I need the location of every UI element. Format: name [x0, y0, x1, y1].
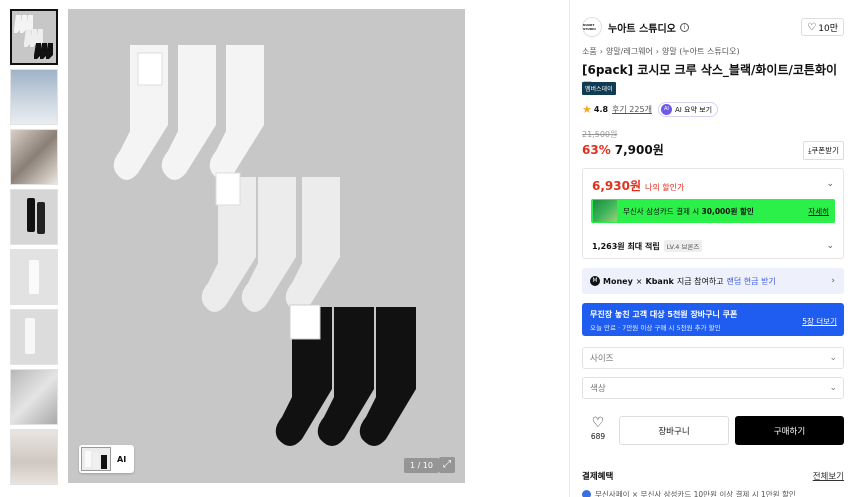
wishlist-count: 689 [590, 432, 606, 441]
thumbnail-8[interactable] [10, 429, 58, 485]
coupon-banner-title: 무진장 놓친 고객 대상 5천원 장바구니 쿠폰 [590, 310, 738, 319]
money-icon: M [590, 276, 600, 286]
coupon-button-label: 쿠폰받기 [811, 146, 839, 155]
chevron-right-icon: › [831, 276, 835, 286]
payment-benefits-title: 결제혜택 [582, 472, 614, 482]
chevron-down-icon: ⌄ [829, 383, 837, 393]
mini-thumbnail [81, 447, 111, 471]
my-price-label: 나의 할인가 [645, 183, 685, 192]
my-price-amount: 6,930원 [592, 179, 641, 193]
breadcrumb-item[interactable]: 소품 [582, 47, 597, 56]
card-discount-banner[interactable]: 무신사 삼성카드 결제 시 30,000원 할인 자세히 [591, 199, 835, 223]
ai-label: AI [117, 454, 127, 464]
thumbnail-3[interactable] [10, 129, 58, 185]
info-icon[interactable]: i [679, 22, 689, 32]
cart-coupon-banner[interactable]: 무진장 놓친 고객 대상 5천원 장바구니 쿠폰 오늘 만료 · 7만원 이상 … [582, 303, 844, 336]
thumbnail-7[interactable] [10, 369, 58, 425]
money-label: Money [603, 276, 633, 286]
purchase-actions: ♡ 689 장바구니 구매하기 [582, 416, 844, 446]
image-counter: 1 / 10 [403, 458, 439, 473]
money-banner-link: 랜덤 현금 받기 [726, 276, 776, 286]
brand-row: NUART STUDIO 누아트 스튜디오 i ♡ 10만 [582, 16, 844, 38]
ai-summary-button[interactable]: AI AI 요약 보기 [657, 102, 719, 117]
expand-icon[interactable]: ⤢ [439, 457, 455, 473]
color-select[interactable]: 색상 ⌄ [582, 377, 844, 399]
heart-icon: ♡ [807, 21, 817, 33]
rating-row: ★ 4.8 후기 225개 AI AI 요약 보기 [582, 102, 719, 117]
my-price-box: 6,930원 나의 할인가 ⌄ 무신사 삼성카드 결제 시 30,000원 할인… [582, 168, 844, 259]
payment-benefit-line: 무신사페이 × 무신사 삼성카드 10만원 이상 결제 시 1만원 할인 [582, 489, 844, 497]
thumbnail-list [10, 9, 58, 489]
thumbnail-1-image [12, 11, 56, 63]
product-title: [6pack] 코시모 크루 삭스_블랙/화이트/코튼화이트 [582, 63, 838, 94]
card-image [593, 200, 617, 222]
heart-icon: ♡ [591, 415, 605, 431]
ai-view-toggle[interactable]: AI [79, 445, 134, 473]
thumbnail-4[interactable] [10, 189, 58, 245]
original-price: 21,500원 [582, 130, 618, 139]
payment-benefit-text: 무신사페이 × 무신사 삼성카드 10만원 이상 결제 시 1만원 할인 [595, 490, 796, 497]
kbank-label: Kbank [645, 276, 674, 286]
my-price[interactable]: 6,930원 나의 할인가 [592, 177, 684, 194]
card-discount-text: 무신사 삼성카드 결제 시 30,000원 할인 [623, 206, 754, 216]
times-sign: × [635, 276, 643, 286]
socks-photo [113, 45, 416, 446]
wishlist-button[interactable]: ♡ 689 [586, 416, 610, 441]
payment-benefits-header: 결제혜택 전체보기 [582, 470, 844, 482]
coupon-banner-subtitle: 오늘 만료 · 7만원 이상 구매 시 5천원 추가 할인 [590, 324, 721, 332]
payment-view-all-link[interactable]: 전체보기 [813, 470, 844, 482]
breadcrumb: 소품 › 양말/레그웨어 › 양말 (누아트 스튜디오) [582, 46, 740, 57]
brand-like-count: 10만 [818, 23, 838, 34]
review-link[interactable]: 후기 225개 [612, 104, 652, 115]
chevron-down-icon: ⌄ [829, 353, 837, 363]
thumbnail-6[interactable] [10, 309, 58, 365]
musinsa-pay-icon [582, 490, 591, 497]
thumbnail-5[interactable] [10, 249, 58, 305]
event-tag: 멤버스데이 [582, 82, 616, 95]
breadcrumb-item[interactable]: 양말 (누아트 스튜디오) [662, 47, 740, 56]
rating-score: 4.8 [593, 105, 609, 114]
points-text: 1,263원 최대 적립 [592, 241, 660, 251]
size-select[interactable]: 사이즈 ⌄ [582, 347, 844, 369]
chevron-right-icon: › [599, 47, 603, 56]
main-product-image[interactable]: AI 1 / 10 ⤢ [68, 9, 465, 483]
coupon-more-link[interactable]: 5장 더보기 [802, 316, 837, 327]
chevron-right-icon: › [655, 47, 659, 56]
money-banner-text: 지금 참여하고 [676, 276, 724, 286]
points-row: 1,263원 최대 적립 LV.4 브론즈 [592, 240, 703, 252]
sale-price: 7,900원 [614, 143, 664, 157]
breadcrumb-item[interactable]: 양말/레그웨어 [606, 47, 653, 56]
brand-logo[interactable]: NUART STUDIO [582, 17, 602, 37]
ai-icon: AI [660, 104, 672, 115]
color-select-placeholder: 색상 [590, 384, 606, 394]
money-kbank-banner[interactable]: M Money × Kbank 지금 참여하고 랜덤 현금 받기 › [582, 268, 844, 294]
thumbnail-1[interactable] [10, 9, 58, 65]
chevron-down-icon[interactable]: ⌄ [826, 179, 834, 189]
panel-divider [569, 0, 570, 497]
brand-like-button[interactable]: ♡ 10만 [801, 18, 844, 36]
chevron-down-icon[interactable]: ⌄ [826, 241, 834, 251]
coupon-button[interactable]: ⤓쿠폰받기 [803, 141, 844, 160]
card-detail-link[interactable]: 자세히 [808, 206, 829, 217]
level-badge: LV.4 브론즈 [663, 240, 703, 252]
ai-summary-label: AI 요약 보기 [674, 105, 713, 114]
buy-now-button[interactable]: 구매하기 [735, 416, 844, 445]
discount-rate: 63% [582, 142, 611, 157]
thumbnail-2[interactable] [10, 69, 58, 125]
add-to-cart-button[interactable]: 장바구니 [619, 416, 729, 445]
price-row: 63% 7,900원 ⤓쿠폰받기 [582, 141, 844, 160]
brand-name[interactable]: 누아트 스튜디오 [608, 20, 676, 35]
size-select-placeholder: 사이즈 [590, 354, 614, 364]
star-icon: ★ [582, 103, 592, 116]
